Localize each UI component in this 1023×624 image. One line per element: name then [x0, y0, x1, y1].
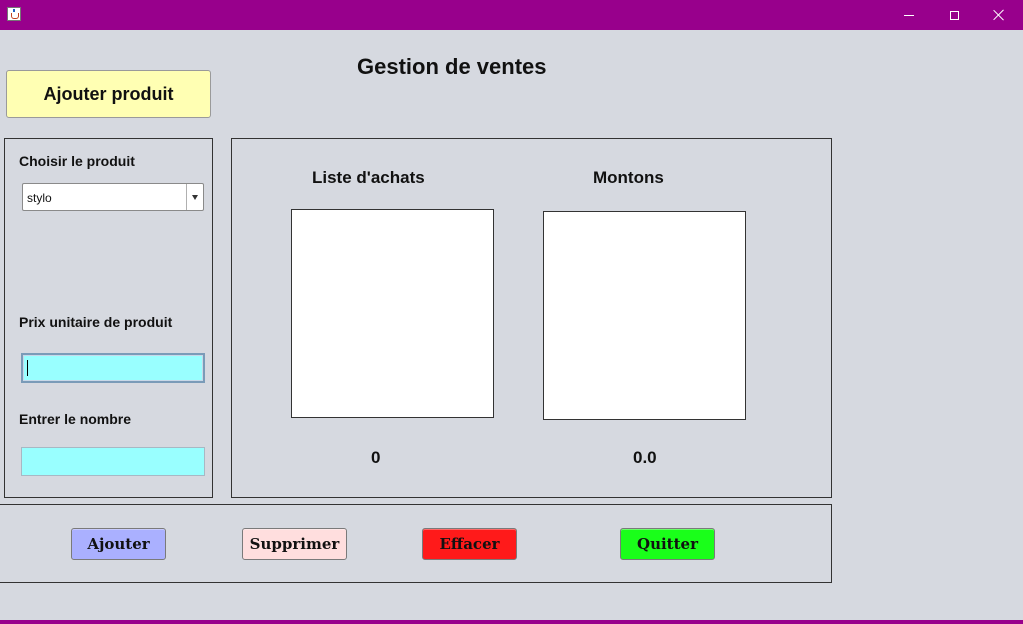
choose-product-label: Choisir le produit: [19, 153, 135, 169]
amounts-list[interactable]: [543, 211, 746, 420]
maximize-icon: [949, 10, 959, 20]
maximize-button[interactable]: [931, 0, 977, 30]
quantity-label: Entrer le nombre: [19, 411, 132, 427]
amounts-total: 0.0: [633, 448, 657, 467]
delete-button[interactable]: Supprimer: [242, 528, 347, 560]
quantity-input[interactable]: [21, 447, 205, 476]
close-button[interactable]: [976, 0, 1022, 30]
clear-button[interactable]: Effacer: [422, 528, 517, 560]
unit-price-input[interactable]: [21, 353, 205, 383]
product-select[interactable]: stylo: [22, 183, 204, 211]
actions-panel: Ajouter Supprimer Effacer Quitter: [0, 504, 832, 583]
add-button[interactable]: Ajouter: [71, 528, 166, 560]
minimize-button[interactable]: [886, 0, 932, 30]
java-app-icon: [7, 7, 21, 21]
quit-button[interactable]: Quitter: [620, 528, 715, 560]
page-title: Gestion de ventes: [357, 54, 547, 79]
window-bottom-edge: [0, 620, 1023, 624]
purchases-total: 0: [371, 448, 381, 467]
close-icon: [993, 9, 1005, 21]
purchases-list-title: Liste d'achats: [312, 168, 425, 187]
minimize-icon: [904, 14, 914, 16]
text-caret: [27, 360, 28, 376]
add-product-button[interactable]: Ajouter produit: [6, 70, 211, 118]
dropdown-arrow-button[interactable]: [186, 184, 203, 210]
chevron-down-icon: [192, 194, 198, 200]
product-select-value: stylo: [27, 191, 52, 205]
app-window: Gestion de ventes Ajouter produit Choisi…: [0, 0, 1023, 624]
amounts-list-title: Montons: [593, 168, 664, 187]
purchases-panel: Liste d'achats Montons 0 0.0: [231, 138, 832, 498]
product-input-panel: Choisir le produit stylo Prix unitaire d…: [4, 138, 213, 498]
title-bar[interactable]: [0, 0, 1023, 30]
purchases-list[interactable]: [291, 209, 494, 418]
unit-price-label: Prix unitaire de produit: [19, 314, 173, 330]
